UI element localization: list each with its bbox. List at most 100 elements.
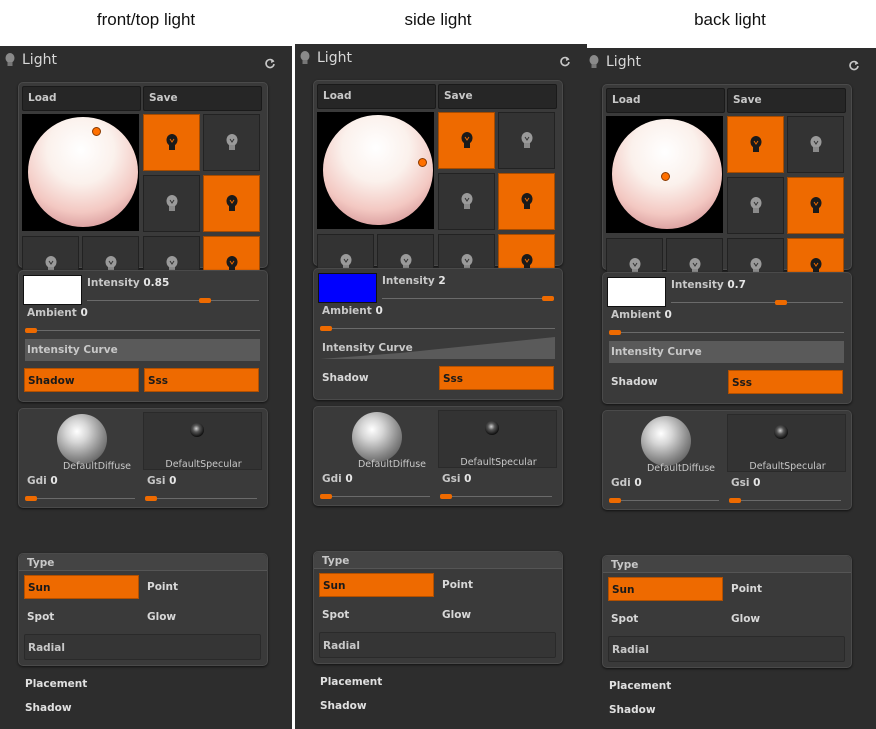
save-button[interactable]: Save xyxy=(143,86,262,111)
ambient-slider-handle[interactable] xyxy=(609,330,621,335)
type-point[interactable]: Point xyxy=(439,573,554,597)
placement-subpalette[interactable]: Placement xyxy=(320,676,382,688)
specular-material-ball xyxy=(774,425,788,439)
shadow-toggle[interactable]: Shadow xyxy=(608,370,723,394)
intensity-curve[interactable]: Intensity Curve xyxy=(609,341,844,363)
gdi-slider-handle[interactable] xyxy=(320,494,332,499)
intensity-slider-handle[interactable] xyxy=(199,298,211,303)
type-spot[interactable]: Spot xyxy=(319,603,434,627)
light-slot-3[interactable] xyxy=(727,177,784,234)
intensity-slider[interactable] xyxy=(87,300,259,301)
gsi-slider-handle[interactable] xyxy=(729,498,741,503)
intensity-curve[interactable]: Intensity Curve xyxy=(320,337,555,359)
placement-subpalette[interactable]: Placement xyxy=(609,680,671,692)
ambient-slider[interactable] xyxy=(320,328,555,329)
light-panel-header[interactable]: Light xyxy=(0,46,292,74)
default-specular-slot[interactable]: DefaultSpecular xyxy=(143,412,262,470)
ambient-slider[interactable] xyxy=(25,330,260,331)
gsi-slider[interactable] xyxy=(729,500,841,501)
light-color-swatch[interactable] xyxy=(607,277,666,307)
reset-icon[interactable] xyxy=(848,57,860,71)
type-point[interactable]: Point xyxy=(144,575,259,599)
type-sun[interactable]: Sun xyxy=(24,575,139,599)
shadow-subpalette[interactable]: Shadow xyxy=(25,702,72,714)
light-slot-2[interactable] xyxy=(203,114,260,171)
save-button[interactable]: Save xyxy=(727,88,846,113)
type-glow[interactable]: Glow xyxy=(144,605,259,629)
light-color-swatch[interactable] xyxy=(23,275,82,305)
type-header[interactable]: Type xyxy=(19,554,267,571)
light-slot-3[interactable] xyxy=(143,175,200,232)
sss-toggle[interactable]: Sss xyxy=(728,370,843,394)
type-radial[interactable]: Radial xyxy=(24,634,261,660)
light-color-swatch[interactable] xyxy=(318,273,377,303)
intensity-slider[interactable] xyxy=(671,302,843,303)
reset-icon[interactable] xyxy=(264,55,276,69)
ambient-slider[interactable] xyxy=(609,332,844,333)
gdi-slider[interactable] xyxy=(25,498,135,499)
light-panel-header[interactable]: Light xyxy=(295,44,587,72)
light-sphere-preview[interactable] xyxy=(606,116,723,233)
sss-toggle[interactable]: Sss xyxy=(144,368,259,392)
type-glow[interactable]: Glow xyxy=(728,607,843,631)
shadow-toggle[interactable]: Shadow xyxy=(319,366,434,390)
type-radial[interactable]: Radial xyxy=(319,632,556,658)
intensity-curve-label: Intensity Curve xyxy=(322,342,413,354)
gsi-slider-handle[interactable] xyxy=(440,494,452,499)
light-slot-1[interactable] xyxy=(727,116,784,173)
shadow-subpalette[interactable]: Shadow xyxy=(609,704,656,716)
type-spot[interactable]: Spot xyxy=(608,607,723,631)
load-button[interactable]: Load xyxy=(22,86,141,111)
reset-icon[interactable] xyxy=(559,53,571,67)
type-header[interactable]: Type xyxy=(603,556,851,573)
intensity-curve[interactable]: Intensity Curve xyxy=(25,339,260,361)
gsi-slider[interactable] xyxy=(145,498,257,499)
light-slot-2[interactable] xyxy=(498,112,555,169)
gsi-slider-handle[interactable] xyxy=(145,496,157,501)
light-panel-header[interactable]: Light xyxy=(584,48,876,76)
load-button[interactable]: Load xyxy=(317,84,436,109)
gsi-slider[interactable] xyxy=(440,496,552,497)
type-glow[interactable]: Glow xyxy=(439,603,554,627)
gdi-slider-handle[interactable] xyxy=(25,496,37,501)
shadow-subpalette[interactable]: Shadow xyxy=(320,700,367,712)
gdi-slider-handle[interactable] xyxy=(609,498,621,503)
light-sphere-preview[interactable] xyxy=(22,114,139,231)
light-slot-1[interactable] xyxy=(438,112,495,169)
light-direction-handle[interactable] xyxy=(92,127,101,136)
default-specular-slot[interactable]: DefaultSpecular xyxy=(727,414,846,472)
light-panel-2: Light Load Save Intensity 2 Ambient 0 In… xyxy=(295,44,587,729)
type-radial[interactable]: Radial xyxy=(608,636,845,662)
type-header[interactable]: Type xyxy=(314,552,562,569)
load-button[interactable]: Load xyxy=(606,88,725,113)
intensity-slider[interactable] xyxy=(382,298,554,299)
ambient-slider-handle[interactable] xyxy=(25,328,37,333)
light-direction-handle[interactable] xyxy=(661,172,670,181)
light-slot-4[interactable] xyxy=(787,177,844,234)
type-spot[interactable]: Spot xyxy=(24,605,139,629)
type-sun[interactable]: Sun xyxy=(608,577,723,601)
sss-toggle[interactable]: Sss xyxy=(439,366,554,390)
save-button[interactable]: Save xyxy=(438,84,557,109)
light-slot-2[interactable] xyxy=(787,116,844,173)
ambient-slider-handle[interactable] xyxy=(320,326,332,331)
gdi-slider[interactable] xyxy=(320,496,430,497)
default-diffuse-slot[interactable]: DefaultDiffuse xyxy=(317,410,436,470)
shadow-toggle[interactable]: Shadow xyxy=(24,368,139,392)
intensity-slider-handle[interactable] xyxy=(775,300,787,305)
light-sphere-preview[interactable] xyxy=(317,112,434,229)
light-direction-handle[interactable] xyxy=(418,158,427,167)
default-diffuse-slot[interactable]: DefaultDiffuse xyxy=(606,414,725,474)
light-slot-4[interactable] xyxy=(203,175,260,232)
light-slot-4[interactable] xyxy=(498,173,555,230)
gdi-slider[interactable] xyxy=(609,500,719,501)
type-point[interactable]: Point xyxy=(728,577,843,601)
intensity-label: Intensity 2 xyxy=(382,275,446,287)
default-specular-slot[interactable]: DefaultSpecular xyxy=(438,410,557,468)
default-diffuse-slot[interactable]: DefaultDiffuse xyxy=(22,412,141,472)
light-slot-1[interactable] xyxy=(143,114,200,171)
light-slot-3[interactable] xyxy=(438,173,495,230)
type-sun[interactable]: Sun xyxy=(319,573,434,597)
placement-subpalette[interactable]: Placement xyxy=(25,678,87,690)
intensity-slider-handle[interactable] xyxy=(542,296,554,301)
